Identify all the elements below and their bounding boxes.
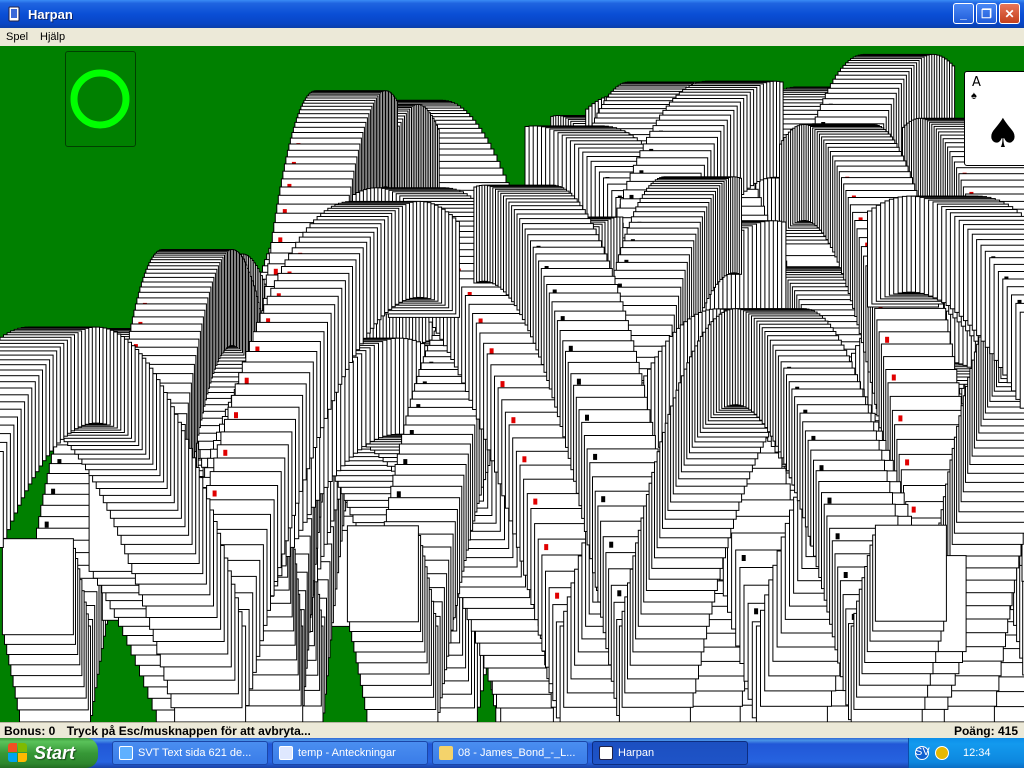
card-trail-frame [874, 524, 947, 622]
card-trail-frame [1019, 311, 1024, 409]
task-label: SVT Text sida 621 de... [138, 747, 252, 759]
stock-pile[interactable] [65, 51, 136, 147]
ie-icon [119, 746, 133, 760]
taskbar: Start SVT Text sida 621 de... temp - Ant… [0, 738, 1024, 768]
task-harpan[interactable]: Harpan [592, 741, 748, 765]
start-button[interactable]: Start [0, 738, 98, 768]
task-label: temp - Anteckningar [298, 747, 396, 759]
start-label: Start [34, 742, 76, 763]
foundation-card[interactable]: A ♠ ♠ [964, 71, 1024, 166]
task-folder[interactable]: 08 - James_Bond_-_L... [432, 741, 588, 765]
solitaire-icon [599, 746, 613, 760]
close-button[interactable]: ✕ [999, 3, 1020, 24]
task-label: 08 - James_Bond_-_L... [458, 747, 576, 759]
bonus-text: Bonus: 0 [4, 723, 56, 738]
score-text: Poäng: 415 [953, 723, 1018, 738]
maximize-button[interactable]: ❐ [976, 3, 997, 24]
notepad-icon [279, 746, 293, 760]
folder-icon [439, 746, 453, 760]
spade-icon: ♠ [971, 90, 977, 102]
window-controls: _ ❐ ✕ [953, 3, 1020, 24]
title-bar: Harpan _ ❐ ✕ [0, 0, 1024, 28]
menu-bar: Spel Hjälp [0, 28, 1024, 46]
game-board[interactable]: A ♠ ♠ [0, 46, 1024, 722]
task-notepad[interactable]: temp - Anteckningar [272, 741, 428, 765]
card-rank: A [972, 75, 981, 90]
globe-icon[interactable] [935, 746, 949, 760]
clock[interactable]: 12:34 [963, 747, 991, 759]
window-title: Harpan [28, 6, 73, 22]
card-trail-frame [1, 538, 74, 636]
menu-hjalp[interactable]: Hjälp [34, 31, 71, 43]
task-ie[interactable]: SVT Text sida 621 de... [112, 741, 268, 765]
bouncing-cards-animation [0, 53, 1024, 722]
status-bar: Bonus: 0 Tryck på Esc/musknappen för att… [0, 722, 1024, 738]
spade-large-icon: ♠ [985, 111, 1021, 157]
windows-flag-icon [8, 743, 28, 763]
hint-text: Tryck på Esc/musknappen för att avbryta.… [66, 723, 311, 738]
solitaire-app-icon [8, 6, 20, 22]
card-trail-frame [0, 451, 4, 548]
green-circle-icon [70, 69, 130, 129]
menu-spel[interactable]: Spel [0, 31, 34, 43]
minimize-button[interactable]: _ [953, 3, 974, 24]
card-trail-frame [346, 525, 419, 623]
task-label: Harpan [618, 747, 655, 759]
language-indicator[interactable]: SV [915, 746, 930, 758]
task-buttons: SVT Text sida 621 de... temp - Antecknin… [112, 741, 748, 765]
